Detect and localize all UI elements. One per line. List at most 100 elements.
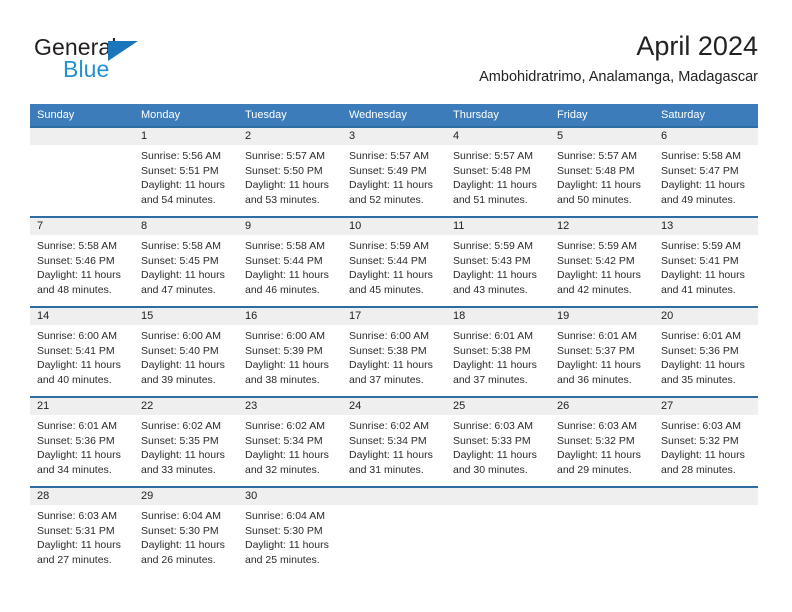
sunset-text: Sunset: 5:38 PM — [349, 344, 427, 357]
day-cell[interactable]: Sunrise: 6:01 AM Sunset: 5:36 PM Dayligh… — [30, 415, 134, 486]
daylight-text: Daylight: 11 hours and 34 minutes. — [37, 449, 121, 476]
day-number: 6 — [661, 130, 668, 142]
day-number: 20 — [661, 310, 674, 322]
day-cell[interactable]: Sunrise: 6:04 AM Sunset: 5:30 PM Dayligh… — [134, 505, 238, 576]
day-cell[interactable]: Sunrise: 5:58 AM Sunset: 5:46 PM Dayligh… — [30, 235, 134, 306]
weekday-header-row: Sunday Monday Tuesday Wednesday Thursday… — [30, 104, 758, 126]
sunrise-text: Sunrise: 6:03 AM — [661, 420, 741, 432]
daylight-text: Daylight: 11 hours and 37 minutes. — [453, 359, 537, 386]
day-number: 26 — [557, 400, 570, 412]
daylight-text: Daylight: 11 hours and 51 minutes. — [453, 179, 537, 206]
sunset-text: Sunset: 5:47 PM — [661, 164, 739, 177]
sunset-text: Sunset: 5:34 PM — [349, 434, 427, 447]
daylight-text: Daylight: 11 hours and 39 minutes. — [141, 359, 225, 386]
sunrise-text: Sunrise: 6:03 AM — [557, 420, 637, 432]
day-cell[interactable]: Sunrise: 5:59 AM Sunset: 5:43 PM Dayligh… — [446, 235, 550, 306]
sunrise-text: Sunrise: 6:02 AM — [245, 420, 325, 432]
sunset-text: Sunset: 5:40 PM — [141, 344, 219, 357]
daylight-text: Daylight: 11 hours and 53 minutes. — [245, 179, 329, 206]
day-cell[interactable]: Sunrise: 6:00 AM Sunset: 5:40 PM Dayligh… — [134, 325, 238, 396]
day-cell[interactable]: Sunrise: 6:04 AM Sunset: 5:30 PM Dayligh… — [238, 505, 342, 576]
sunrise-text: Sunrise: 5:59 AM — [453, 240, 533, 252]
day-cell[interactable]: Sunrise: 6:03 AM Sunset: 5:31 PM Dayligh… — [30, 505, 134, 576]
day-number — [446, 488, 550, 505]
day-cell[interactable]: Sunrise: 5:58 AM Sunset: 5:45 PM Dayligh… — [134, 235, 238, 306]
day-number — [654, 488, 758, 505]
sunset-text: Sunset: 5:41 PM — [661, 254, 739, 267]
day-cell[interactable] — [446, 505, 550, 576]
sunset-text: Sunset: 5:44 PM — [349, 254, 427, 267]
weekday-header-monday: Monday — [141, 109, 181, 121]
day-cell[interactable]: Sunrise: 5:59 AM Sunset: 5:42 PM Dayligh… — [550, 235, 654, 306]
week-row: 1 2 3 4 5 6 Sunrise: 5:56 AM Sunset: 5:5… — [30, 126, 758, 216]
day-cell[interactable]: Sunrise: 5:58 AM Sunset: 5:44 PM Dayligh… — [238, 235, 342, 306]
daylight-text: Daylight: 11 hours and 33 minutes. — [141, 449, 225, 476]
daylight-text: Daylight: 11 hours and 52 minutes. — [349, 179, 433, 206]
day-cell[interactable]: Sunrise: 6:01 AM Sunset: 5:36 PM Dayligh… — [654, 325, 758, 396]
weekday-header-friday: Friday — [557, 109, 588, 121]
day-cell[interactable]: Sunrise: 5:58 AM Sunset: 5:47 PM Dayligh… — [654, 145, 758, 216]
day-cell[interactable]: Sunrise: 6:00 AM Sunset: 5:39 PM Dayligh… — [238, 325, 342, 396]
day-cell[interactable]: Sunrise: 6:03 AM Sunset: 5:32 PM Dayligh… — [654, 415, 758, 486]
day-cell[interactable]: Sunrise: 5:57 AM Sunset: 5:48 PM Dayligh… — [550, 145, 654, 216]
day-number: 8 — [141, 220, 148, 232]
day-cell[interactable]: Sunrise: 6:01 AM Sunset: 5:38 PM Dayligh… — [446, 325, 550, 396]
day-cell[interactable]: Sunrise: 5:56 AM Sunset: 5:51 PM Dayligh… — [134, 145, 238, 216]
day-cell[interactable] — [654, 505, 758, 576]
sunrise-text: Sunrise: 5:58 AM — [245, 240, 325, 252]
sunrise-text: Sunrise: 6:00 AM — [245, 330, 325, 342]
day-cell[interactable]: Sunrise: 6:00 AM Sunset: 5:38 PM Dayligh… — [342, 325, 446, 396]
day-number: 10 — [349, 220, 362, 232]
daylight-text: Daylight: 11 hours and 32 minutes. — [245, 449, 329, 476]
day-cell[interactable]: Sunrise: 5:57 AM Sunset: 5:50 PM Dayligh… — [238, 145, 342, 216]
sunset-text: Sunset: 5:49 PM — [349, 164, 427, 177]
weekday-header-tuesday: Tuesday — [245, 109, 287, 121]
day-number: 19 — [557, 310, 570, 322]
triangle-icon — [108, 41, 138, 61]
day-cell[interactable]: Sunrise: 6:03 AM Sunset: 5:33 PM Dayligh… — [446, 415, 550, 486]
day-number: 4 — [453, 130, 460, 142]
day-number: 30 — [245, 490, 258, 502]
daylight-text: Daylight: 11 hours and 31 minutes. — [349, 449, 433, 476]
day-cell[interactable] — [550, 505, 654, 576]
sunset-text: Sunset: 5:43 PM — [453, 254, 531, 267]
weekday-header-wednesday: Wednesday — [349, 109, 407, 121]
day-cell[interactable]: Sunrise: 6:02 AM Sunset: 5:34 PM Dayligh… — [238, 415, 342, 486]
calendar-table: Sunday Monday Tuesday Wednesday Thursday… — [30, 104, 758, 576]
day-number — [550, 488, 654, 505]
day-cell[interactable] — [342, 505, 446, 576]
day-cell[interactable] — [30, 145, 134, 216]
day-cell[interactable]: Sunrise: 5:57 AM Sunset: 5:49 PM Dayligh… — [342, 145, 446, 216]
week-row: 14 15 16 17 18 19 20 Sunrise: 6:00 AM Su… — [30, 306, 758, 396]
day-cell[interactable]: Sunrise: 6:03 AM Sunset: 5:32 PM Dayligh… — [550, 415, 654, 486]
sunset-text: Sunset: 5:39 PM — [245, 344, 323, 357]
sunrise-text: Sunrise: 6:02 AM — [141, 420, 221, 432]
day-number: 14 — [37, 310, 50, 322]
weekday-header-thursday: Thursday — [453, 109, 499, 121]
day-cell[interactable]: Sunrise: 6:00 AM Sunset: 5:41 PM Dayligh… — [30, 325, 134, 396]
day-cell[interactable]: Sunrise: 5:59 AM Sunset: 5:41 PM Dayligh… — [654, 235, 758, 306]
daylight-text: Daylight: 11 hours and 48 minutes. — [37, 269, 121, 296]
daylight-text: Daylight: 11 hours and 40 minutes. — [37, 359, 121, 386]
sunrise-text: Sunrise: 6:02 AM — [349, 420, 429, 432]
sunset-text: Sunset: 5:36 PM — [661, 344, 739, 357]
day-number: 28 — [37, 490, 50, 502]
general-blue-logo[interactable]: General Blue — [34, 34, 224, 88]
day-cell[interactable]: Sunrise: 5:59 AM Sunset: 5:44 PM Dayligh… — [342, 235, 446, 306]
sunrise-text: Sunrise: 5:57 AM — [453, 150, 533, 162]
sunrise-text: Sunrise: 5:57 AM — [349, 150, 429, 162]
day-cell[interactable]: Sunrise: 5:57 AM Sunset: 5:48 PM Dayligh… — [446, 145, 550, 216]
day-number: 7 — [37, 220, 44, 232]
sunset-text: Sunset: 5:34 PM — [245, 434, 323, 447]
day-cell[interactable]: Sunrise: 6:02 AM Sunset: 5:35 PM Dayligh… — [134, 415, 238, 486]
sunset-text: Sunset: 5:37 PM — [557, 344, 635, 357]
sunset-text: Sunset: 5:33 PM — [453, 434, 531, 447]
day-number: 25 — [453, 400, 466, 412]
sunset-text: Sunset: 5:48 PM — [453, 164, 531, 177]
sunset-text: Sunset: 5:44 PM — [245, 254, 323, 267]
week-detail-row: Sunrise: 6:00 AM Sunset: 5:41 PM Dayligh… — [30, 325, 758, 396]
sunset-text: Sunset: 5:50 PM — [245, 164, 323, 177]
day-cell[interactable]: Sunrise: 6:01 AM Sunset: 5:37 PM Dayligh… — [550, 325, 654, 396]
day-cell[interactable]: Sunrise: 6:02 AM Sunset: 5:34 PM Dayligh… — [342, 415, 446, 486]
page-title: April 2024 — [636, 31, 758, 61]
